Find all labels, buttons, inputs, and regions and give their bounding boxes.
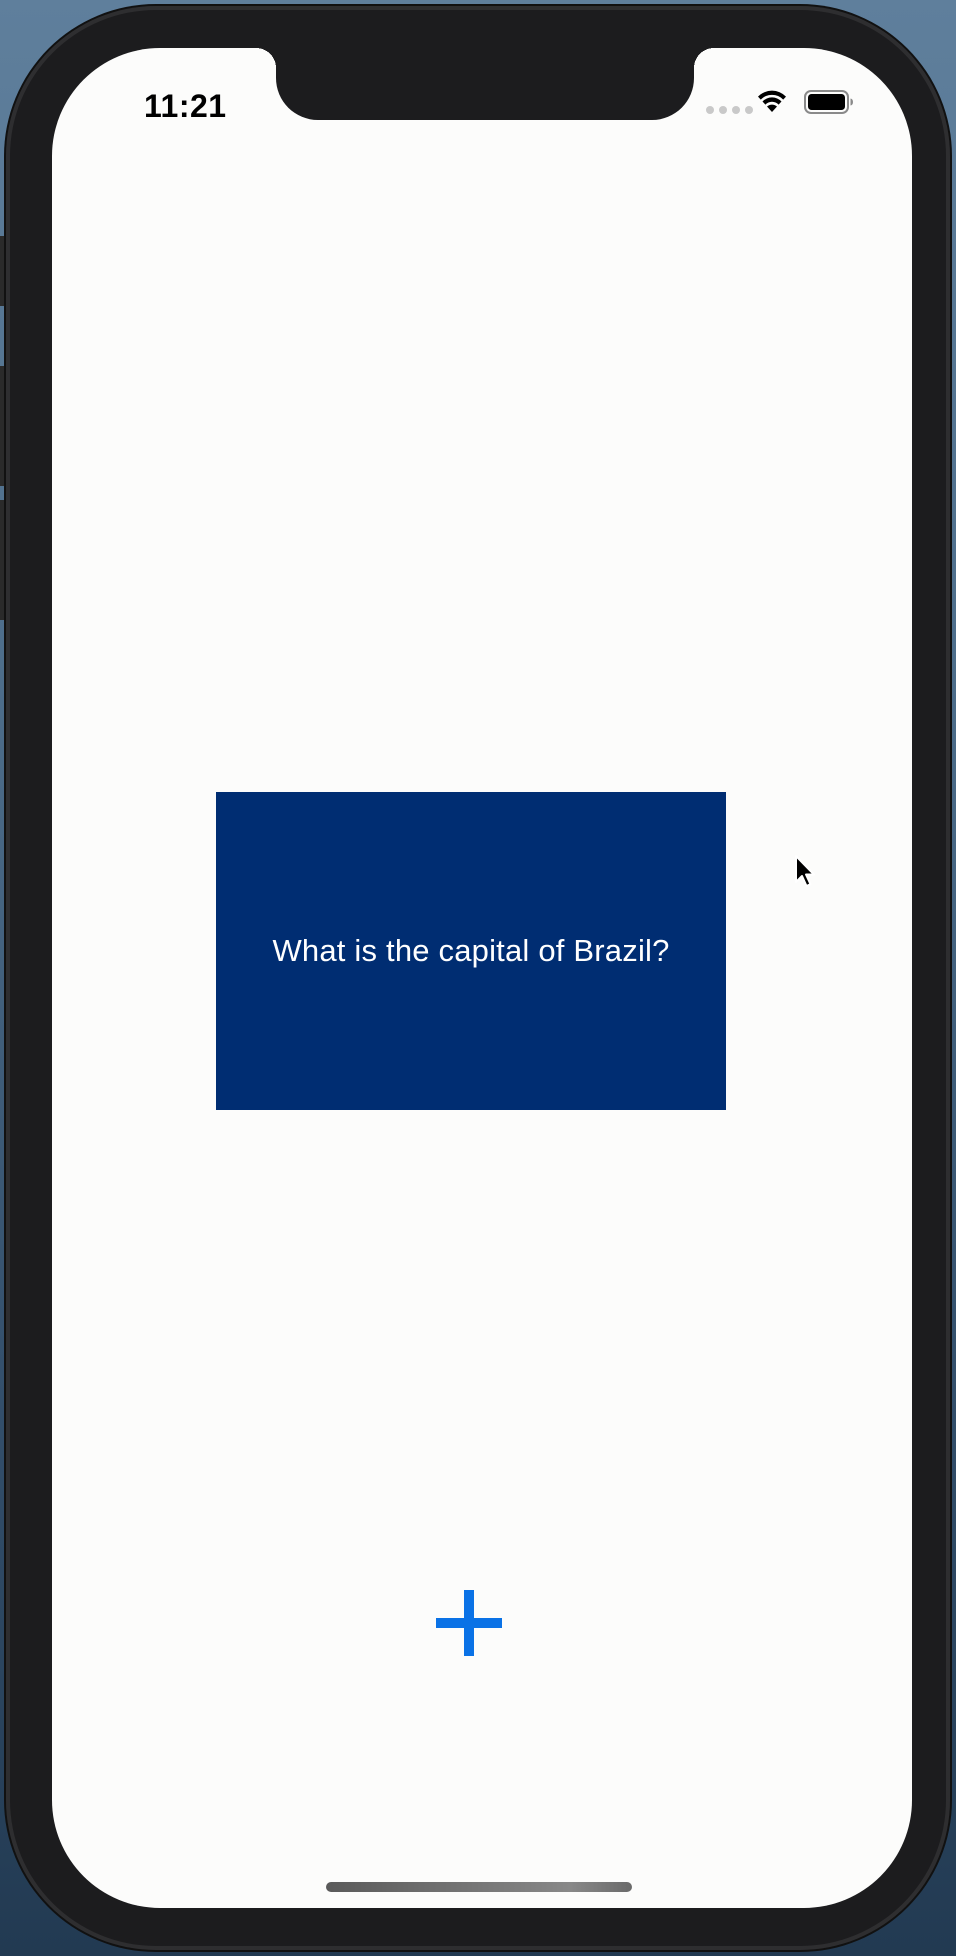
mouse-pointer-icon xyxy=(795,855,815,887)
wifi-icon xyxy=(758,90,786,112)
battery-icon xyxy=(804,90,853,114)
phone-frame: 11:21 What is the capital of Brazil? xyxy=(6,6,950,1950)
app-screen: 11:21 What is the capital of Brazil? xyxy=(52,48,912,1908)
flashcard[interactable]: What is the capital of Brazil? xyxy=(216,792,726,1110)
flashcard-question: What is the capital of Brazil? xyxy=(272,933,670,968)
home-indicator[interactable] xyxy=(326,1882,632,1892)
plus-icon[interactable] xyxy=(436,1590,502,1656)
status-time: 11:21 xyxy=(144,88,227,124)
notch xyxy=(256,48,714,120)
signal-dots-icon xyxy=(706,106,753,114)
